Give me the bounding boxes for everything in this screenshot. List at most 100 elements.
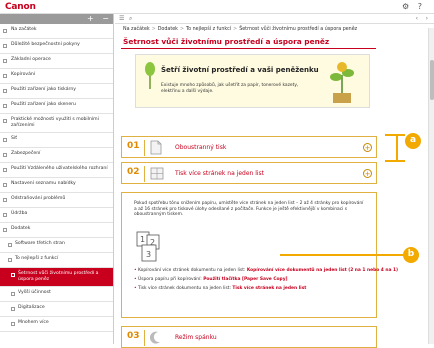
nav-bullet-icon: [3, 104, 7, 108]
callout-line: [280, 254, 403, 256]
nav-bullet-icon: [3, 119, 7, 123]
sidebar-item[interactable]: Síť: [0, 133, 113, 148]
detail-link[interactable]: Tisk více stránek na jeden list: [232, 286, 306, 291]
sidebar-item-label: Vyšší účinnost: [18, 290, 51, 295]
feature-duplex[interactable]: 01 Oboustranný tisk +: [121, 136, 377, 158]
moon-icon: [150, 331, 160, 344]
detail-description: Pokud spotřebu tónu snížením papíru, umí…: [134, 201, 364, 218]
multipage-icon: [150, 167, 164, 180]
detail-link[interactable]: Kopírování více dokumentů na jeden list …: [247, 268, 398, 273]
sidebar-item-label: Mnohem více: [18, 320, 49, 325]
svg-text:2: 2: [150, 238, 155, 247]
breadcrumb-current: Šetrnost vůči životnímu prostředí a úspo…: [239, 27, 358, 32]
sidebar-item[interactable]: Odstraňování problémů: [0, 193, 113, 208]
coin-plant-illustration: [330, 62, 354, 103]
nav-bullet-icon: [3, 44, 7, 48]
expand-plus-icon[interactable]: +: [363, 169, 372, 178]
leaf-icon: [145, 62, 155, 89]
sidebar-item[interactable]: Dodatek: [0, 223, 113, 238]
breadcrumb-item[interactable]: Na začátek: [123, 27, 150, 32]
sidebar-item-label: To nejlepší z funkcí: [15, 256, 59, 261]
detail-link-list: • Kopírování více stránek dokumentu na j…: [134, 267, 398, 293]
sidebar-item[interactable]: Na začátek: [0, 24, 113, 39]
banner-title: Šetří životní prostředí a vaši peněženku: [161, 66, 319, 74]
sidebar-item-label: Důležité bezpečnostní pokyny: [11, 42, 80, 47]
callout-a: a: [405, 133, 421, 149]
callout-line: [385, 160, 405, 162]
sidebar-item[interactable]: Digitalizace: [0, 302, 113, 317]
nav-bullet-icon: [3, 198, 7, 202]
nav-bullet-icon: [3, 29, 7, 33]
list-icon[interactable]: ☰: [119, 14, 124, 24]
feature-number: 03: [127, 331, 140, 341]
callout-b: b: [403, 247, 419, 263]
svg-text:1: 1: [140, 235, 145, 244]
sidebar-item-label: Software třetích stran: [15, 241, 65, 246]
eco-banner: Šetří životní prostředí a vaši peněženku…: [135, 54, 370, 108]
sidebar-item[interactable]: Praktické možnosti využití s mobilními z…: [0, 114, 113, 133]
sidebar-item-label: Použití Vzdáleného uživatelského rozhran…: [11, 166, 108, 171]
nav-bullet-icon: [3, 74, 7, 78]
callout-line: [385, 134, 405, 136]
nav-bullet-icon: [11, 292, 15, 296]
sidebar-item-label: Dodatek: [11, 226, 31, 231]
svg-text:3: 3: [146, 250, 151, 259]
nav-bullet-icon: [11, 273, 15, 277]
sidebar-item-label: Údržba: [11, 211, 28, 216]
nav-bullet-icon: [8, 258, 12, 262]
feature-label[interactable]: Tisk více stránek na jeden list: [175, 170, 264, 177]
nav-bullet-icon: [3, 138, 7, 142]
sidebar-item-label: Použití zařízení jako skeneru: [11, 102, 76, 107]
sidebar-item[interactable]: Software třetích stran: [0, 238, 113, 253]
collapse-icon[interactable]: −: [102, 14, 109, 23]
help-icon[interactable]: ?: [418, 2, 422, 11]
sidebar-item[interactable]: To nejlepší z funkcí: [0, 253, 113, 268]
sidebar-item[interactable]: Kopírování: [0, 69, 113, 84]
sidebar-item-label: Digitalizace: [18, 305, 45, 310]
gear-icon[interactable]: ⚙: [402, 2, 409, 11]
feature-number: 01: [127, 141, 140, 151]
detail-link[interactable]: Použití tlačítka [Paper Save Copy]: [203, 277, 287, 282]
breadcrumb-item[interactable]: Dodatek: [158, 27, 178, 32]
canon-logo: Canon: [5, 2, 36, 12]
sidebar-item-label: Nastavení seznamu nabídky: [11, 181, 76, 186]
next-page-icon[interactable]: ›: [426, 14, 428, 24]
sidebar-item[interactable]: Vyšší účinnost: [0, 287, 113, 302]
top-bar: Canon ⚙ ?: [0, 0, 434, 14]
feature-sleep-mode[interactable]: 03 Režim spánku: [121, 326, 377, 348]
sidebar-item[interactable]: Použití zařízení jako skeneru: [0, 99, 113, 114]
breadcrumb: Na začátek > Dodatek > To nejlepší z funkcí >…: [123, 27, 358, 32]
sidebar-item[interactable]: Nastavení seznamu nabídky: [0, 178, 113, 193]
sheets-illustration: 1 2 3: [136, 231, 160, 262]
content-scrollbar[interactable]: [428, 28, 434, 344]
feature-label[interactable]: Režim spánku: [175, 334, 217, 341]
sidebar-item[interactable]: Základní operace: [0, 54, 113, 69]
sidebar-header: + −: [0, 14, 113, 24]
nav-bullet-icon: [3, 89, 7, 93]
sidebar-item[interactable]: Šetrnost vůči životnímu prostředí a úspo…: [0, 268, 113, 287]
nav-bullet-icon: [3, 59, 7, 63]
sidebar-item[interactable]: Zabezpečení: [0, 148, 113, 163]
breadcrumb-item[interactable]: To nejlepší z funkcí: [186, 27, 231, 32]
feature-label[interactable]: Oboustranný tisk: [175, 144, 226, 151]
sidebar-item[interactable]: Mnohem více: [0, 317, 113, 332]
search-icon[interactable]: ⌕: [129, 14, 132, 24]
banner-text: Existuje mnoho způsobů, jak ušetřit za p…: [161, 83, 299, 94]
sidebar-item[interactable]: Důležité bezpečnostní pokyny: [0, 39, 113, 54]
expand-icon[interactable]: +: [87, 14, 94, 23]
expand-plus-icon[interactable]: +: [363, 143, 372, 152]
nav-bullet-icon: [3, 153, 7, 157]
sidebar-item-label: Základní operace: [11, 57, 51, 62]
callout-line: [396, 134, 398, 162]
document-icon: [150, 140, 162, 155]
scrollbar-thumb[interactable]: [430, 60, 434, 100]
prev-page-icon[interactable]: ‹: [416, 14, 418, 24]
content-toolbar: ☰ ⌕ ‹ ›: [115, 14, 434, 24]
feature-multi-page[interactable]: 02 Tisk více stránek na jeden list +: [121, 162, 377, 184]
nav-bullet-icon: [3, 228, 7, 232]
sidebar-item[interactable]: Údržba: [0, 208, 113, 223]
sidebar-item[interactable]: Použití zařízení jako tiskárny: [0, 84, 113, 99]
sidebar-item[interactable]: Použití Vzdáleného uživatelského rozhran…: [0, 163, 113, 178]
sidebar-item-label: Šetrnost vůči životnímu prostředí a úspo…: [18, 271, 99, 282]
nav-bullet-icon: [3, 168, 7, 172]
